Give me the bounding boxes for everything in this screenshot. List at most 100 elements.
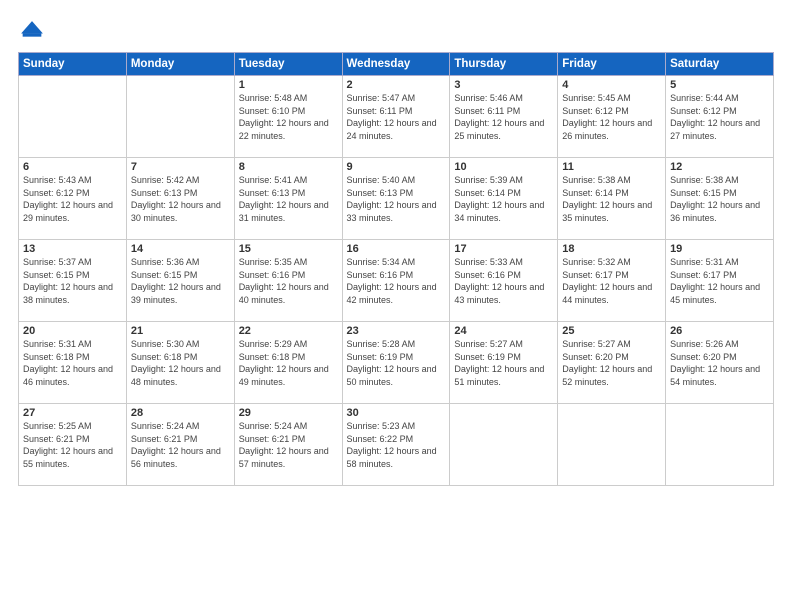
calendar-cell [126,76,234,158]
day-number: 2 [347,79,446,91]
calendar-cell: 22Sunrise: 5:29 AM Sunset: 6:18 PM Dayli… [234,322,342,404]
calendar-cell: 29Sunrise: 5:24 AM Sunset: 6:21 PM Dayli… [234,404,342,486]
day-info: Sunrise: 5:28 AM Sunset: 6:19 PM Dayligh… [347,338,446,388]
day-number: 29 [239,407,338,419]
calendar-cell: 6Sunrise: 5:43 AM Sunset: 6:12 PM Daylig… [19,158,127,240]
day-info: Sunrise: 5:30 AM Sunset: 6:18 PM Dayligh… [131,338,230,388]
day-number: 16 [347,243,446,255]
calendar-week-0: 1Sunrise: 5:48 AM Sunset: 6:10 PM Daylig… [19,76,774,158]
day-info: Sunrise: 5:24 AM Sunset: 6:21 PM Dayligh… [131,420,230,470]
header [18,18,774,46]
calendar-week-2: 13Sunrise: 5:37 AM Sunset: 6:15 PM Dayli… [19,240,774,322]
calendar-cell: 11Sunrise: 5:38 AM Sunset: 6:14 PM Dayli… [558,158,666,240]
calendar-cell: 7Sunrise: 5:42 AM Sunset: 6:13 PM Daylig… [126,158,234,240]
col-header-wednesday: Wednesday [342,53,450,76]
col-header-friday: Friday [558,53,666,76]
calendar-cell: 28Sunrise: 5:24 AM Sunset: 6:21 PM Dayli… [126,404,234,486]
day-number: 8 [239,161,338,173]
logo [18,18,50,46]
day-info: Sunrise: 5:25 AM Sunset: 6:21 PM Dayligh… [23,420,122,470]
col-header-sunday: Sunday [19,53,127,76]
calendar-cell: 1Sunrise: 5:48 AM Sunset: 6:10 PM Daylig… [234,76,342,158]
day-number: 7 [131,161,230,173]
day-number: 11 [562,161,661,173]
day-number: 24 [454,325,553,337]
calendar-cell: 18Sunrise: 5:32 AM Sunset: 6:17 PM Dayli… [558,240,666,322]
day-number: 10 [454,161,553,173]
calendar-header-row: SundayMondayTuesdayWednesdayThursdayFrid… [19,53,774,76]
calendar-cell: 16Sunrise: 5:34 AM Sunset: 6:16 PM Dayli… [342,240,450,322]
calendar-cell: 4Sunrise: 5:45 AM Sunset: 6:12 PM Daylig… [558,76,666,158]
calendar-cell: 24Sunrise: 5:27 AM Sunset: 6:19 PM Dayli… [450,322,558,404]
day-info: Sunrise: 5:31 AM Sunset: 6:17 PM Dayligh… [670,256,769,306]
day-info: Sunrise: 5:23 AM Sunset: 6:22 PM Dayligh… [347,420,446,470]
day-number: 23 [347,325,446,337]
day-info: Sunrise: 5:27 AM Sunset: 6:19 PM Dayligh… [454,338,553,388]
day-info: Sunrise: 5:29 AM Sunset: 6:18 PM Dayligh… [239,338,338,388]
day-info: Sunrise: 5:40 AM Sunset: 6:13 PM Dayligh… [347,174,446,224]
day-number: 13 [23,243,122,255]
day-number: 15 [239,243,338,255]
calendar-week-3: 20Sunrise: 5:31 AM Sunset: 6:18 PM Dayli… [19,322,774,404]
calendar-cell: 8Sunrise: 5:41 AM Sunset: 6:13 PM Daylig… [234,158,342,240]
calendar-cell: 5Sunrise: 5:44 AM Sunset: 6:12 PM Daylig… [666,76,774,158]
day-number: 28 [131,407,230,419]
day-info: Sunrise: 5:38 AM Sunset: 6:15 PM Dayligh… [670,174,769,224]
day-info: Sunrise: 5:44 AM Sunset: 6:12 PM Dayligh… [670,92,769,142]
day-info: Sunrise: 5:41 AM Sunset: 6:13 PM Dayligh… [239,174,338,224]
calendar-cell: 9Sunrise: 5:40 AM Sunset: 6:13 PM Daylig… [342,158,450,240]
logo-icon [18,18,46,46]
calendar-cell: 12Sunrise: 5:38 AM Sunset: 6:15 PM Dayli… [666,158,774,240]
day-info: Sunrise: 5:42 AM Sunset: 6:13 PM Dayligh… [131,174,230,224]
calendar-cell [666,404,774,486]
calendar-cell: 2Sunrise: 5:47 AM Sunset: 6:11 PM Daylig… [342,76,450,158]
day-info: Sunrise: 5:34 AM Sunset: 6:16 PM Dayligh… [347,256,446,306]
calendar-cell: 19Sunrise: 5:31 AM Sunset: 6:17 PM Dayli… [666,240,774,322]
day-number: 6 [23,161,122,173]
day-number: 17 [454,243,553,255]
calendar-cell: 10Sunrise: 5:39 AM Sunset: 6:14 PM Dayli… [450,158,558,240]
day-info: Sunrise: 5:36 AM Sunset: 6:15 PM Dayligh… [131,256,230,306]
calendar-cell: 25Sunrise: 5:27 AM Sunset: 6:20 PM Dayli… [558,322,666,404]
day-number: 4 [562,79,661,91]
day-number: 5 [670,79,769,91]
calendar-cell: 23Sunrise: 5:28 AM Sunset: 6:19 PM Dayli… [342,322,450,404]
day-number: 3 [454,79,553,91]
day-info: Sunrise: 5:31 AM Sunset: 6:18 PM Dayligh… [23,338,122,388]
col-header-thursday: Thursday [450,53,558,76]
day-info: Sunrise: 5:37 AM Sunset: 6:15 PM Dayligh… [23,256,122,306]
calendar-cell: 14Sunrise: 5:36 AM Sunset: 6:15 PM Dayli… [126,240,234,322]
day-info: Sunrise: 5:47 AM Sunset: 6:11 PM Dayligh… [347,92,446,142]
day-number: 21 [131,325,230,337]
calendar-cell: 3Sunrise: 5:46 AM Sunset: 6:11 PM Daylig… [450,76,558,158]
day-info: Sunrise: 5:27 AM Sunset: 6:20 PM Dayligh… [562,338,661,388]
day-info: Sunrise: 5:45 AM Sunset: 6:12 PM Dayligh… [562,92,661,142]
calendar-cell: 21Sunrise: 5:30 AM Sunset: 6:18 PM Dayli… [126,322,234,404]
day-number: 19 [670,243,769,255]
day-number: 9 [347,161,446,173]
calendar-cell: 26Sunrise: 5:26 AM Sunset: 6:20 PM Dayli… [666,322,774,404]
calendar-cell [450,404,558,486]
day-info: Sunrise: 5:48 AM Sunset: 6:10 PM Dayligh… [239,92,338,142]
calendar-cell: 27Sunrise: 5:25 AM Sunset: 6:21 PM Dayli… [19,404,127,486]
calendar-week-1: 6Sunrise: 5:43 AM Sunset: 6:12 PM Daylig… [19,158,774,240]
day-number: 20 [23,325,122,337]
calendar-cell: 30Sunrise: 5:23 AM Sunset: 6:22 PM Dayli… [342,404,450,486]
calendar: SundayMondayTuesdayWednesdayThursdayFrid… [18,52,774,486]
calendar-cell [19,76,127,158]
calendar-cell: 20Sunrise: 5:31 AM Sunset: 6:18 PM Dayli… [19,322,127,404]
day-info: Sunrise: 5:38 AM Sunset: 6:14 PM Dayligh… [562,174,661,224]
day-number: 30 [347,407,446,419]
day-info: Sunrise: 5:35 AM Sunset: 6:16 PM Dayligh… [239,256,338,306]
page: SundayMondayTuesdayWednesdayThursdayFrid… [0,0,792,612]
calendar-cell [558,404,666,486]
day-number: 14 [131,243,230,255]
calendar-week-4: 27Sunrise: 5:25 AM Sunset: 6:21 PM Dayli… [19,404,774,486]
day-number: 22 [239,325,338,337]
calendar-cell: 13Sunrise: 5:37 AM Sunset: 6:15 PM Dayli… [19,240,127,322]
day-number: 27 [23,407,122,419]
day-number: 26 [670,325,769,337]
day-info: Sunrise: 5:33 AM Sunset: 6:16 PM Dayligh… [454,256,553,306]
col-header-saturday: Saturday [666,53,774,76]
day-number: 25 [562,325,661,337]
